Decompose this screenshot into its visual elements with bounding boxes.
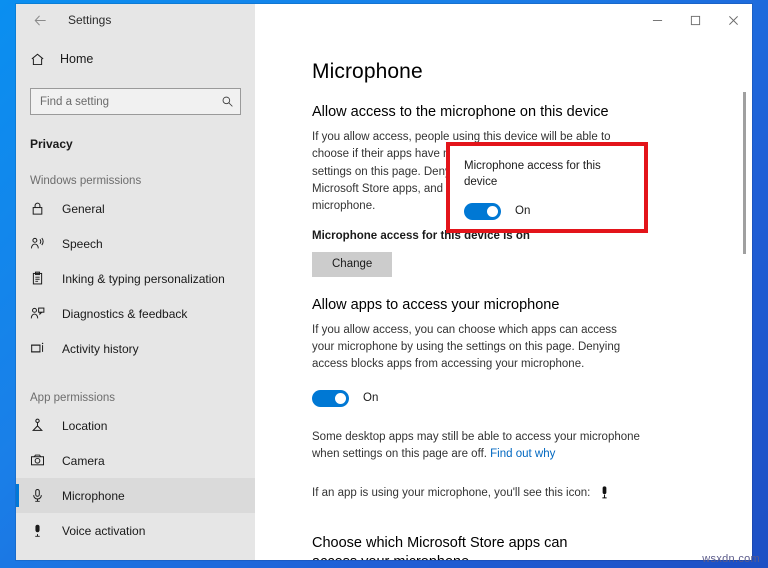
microphone-indicator-note: If an app is using your microphone, you'… <box>312 485 752 500</box>
store-section-heading: Choose which Microsoft Store apps can ac… <box>312 535 568 560</box>
sidebar-item-home[interactable]: Home <box>16 42 255 76</box>
feedback-person-icon <box>30 306 56 321</box>
sidebar-item-general[interactable]: General <box>16 191 255 226</box>
callout-text: Microphone access for this device <box>464 160 601 189</box>
activity-history-icon <box>30 341 56 356</box>
search-input[interactable] <box>40 95 221 108</box>
speech-person-icon <box>30 236 56 251</box>
sidebar-item-speech[interactable]: Speech <box>16 226 255 261</box>
camera-icon <box>30 453 56 468</box>
window-body: Home Privacy Windows permissions <box>16 36 752 560</box>
scrollbar-thumb[interactable] <box>743 92 746 254</box>
sidebar-home-label: Home <box>60 52 94 66</box>
desktop-background: Settings Home Find a setting Privacy Win… <box>0 0 768 568</box>
apps-access-toggle[interactable] <box>312 389 349 407</box>
sidebar-item-label: Speech <box>62 236 103 251</box>
sidebar-item-label: Microphone <box>62 488 125 503</box>
sidebar-item-label: Inking & typing personalization <box>62 271 225 286</box>
title-bar-left: Settings <box>16 4 255 36</box>
microphone-indicator-note-text: If an app is using your microphone, you'… <box>312 486 591 499</box>
minimize-icon <box>652 19 662 21</box>
back-button[interactable] <box>26 6 54 34</box>
back-arrow-icon <box>34 14 46 26</box>
location-pin-icon <box>30 418 56 433</box>
main-scrollbar[interactable] <box>739 44 749 552</box>
maximize-icon <box>690 15 700 25</box>
apps-access-toggle-row[interactable]: On <box>312 389 752 407</box>
toggle-knob <box>487 205 498 217</box>
title-bar: Settings <box>16 4 752 36</box>
apps-section-heading: Allow apps to access your microphone <box>312 296 560 313</box>
search-icon <box>221 95 234 108</box>
desktop-apps-note: Some desktop apps may still be able to a… <box>312 429 645 464</box>
sidebar-item-label: Camera <box>62 453 105 468</box>
sidebar-item-label: Location <box>62 418 108 433</box>
microphone-icon <box>30 488 56 503</box>
device-section-heading: Allow access to the microphone on this d… <box>312 104 609 120</box>
close-button[interactable] <box>714 4 752 36</box>
callout-toggle-label: On <box>515 205 531 218</box>
sidebar-item-label: Voice activation <box>62 523 146 538</box>
sidebar: Home Privacy Windows permissions <box>16 36 255 560</box>
sidebar-item-label: Diagnostics & feedback <box>62 306 188 321</box>
sidebar-item-activity-history[interactable]: Activity history <box>16 331 255 366</box>
find-out-why-link[interactable]: Find out why <box>490 448 555 460</box>
main-content: Microphone Allow access to the microphon… <box>255 36 752 560</box>
apps-section-paragraph: If you allow access, you can choose whic… <box>312 323 621 371</box>
search-box[interactable] <box>30 88 241 115</box>
sidebar-section-title: Privacy <box>30 137 73 151</box>
toggle-knob <box>335 392 346 404</box>
sidebar-item-location[interactable]: Location <box>16 408 255 443</box>
apps-access-toggle-label: On <box>363 392 379 405</box>
close-icon <box>728 15 738 25</box>
voice-activation-icon <box>30 523 56 538</box>
sidebar-item-label: Activity history <box>62 341 139 356</box>
settings-window: Settings Home Find a setting Privacy Win… <box>16 4 752 560</box>
window-title: Settings <box>68 13 112 27</box>
home-icon <box>30 52 56 67</box>
sidebar-item-camera[interactable]: Camera <box>16 443 255 478</box>
change-button[interactable]: Change <box>312 252 393 277</box>
sidebar-item-voice-activation[interactable]: Voice activation <box>16 513 255 548</box>
desktop-apps-note-text: Some desktop apps may still be able to a… <box>312 430 640 460</box>
window-controls <box>255 4 752 36</box>
minimize-button[interactable] <box>638 4 676 36</box>
callout-toggle-row[interactable]: On <box>464 202 630 220</box>
sidebar-item-inking-typing-personalization[interactable]: Inking & typing personalization <box>16 261 255 296</box>
sidebar-item-diagnostics-feedback[interactable]: Diagnostics & feedback <box>16 296 255 331</box>
sidebar-group-label-windows-permissions: Windows permissions <box>30 175 142 187</box>
maximize-button[interactable] <box>676 4 714 36</box>
sidebar-group-label-app-permissions: App permissions <box>30 392 116 404</box>
sidebar-item-label: General <box>62 201 105 216</box>
page-title: Microphone <box>312 60 423 83</box>
microphone-indicator-icon <box>598 485 611 500</box>
lock-icon <box>30 201 56 216</box>
watermark: wsxdn.com <box>702 553 760 565</box>
clipboard-pen-icon <box>30 271 56 286</box>
sidebar-item-microphone[interactable]: Microphone <box>16 478 255 513</box>
device-access-toggle[interactable] <box>464 202 501 220</box>
highlight-callout: Microphone access for this device On <box>446 142 648 233</box>
